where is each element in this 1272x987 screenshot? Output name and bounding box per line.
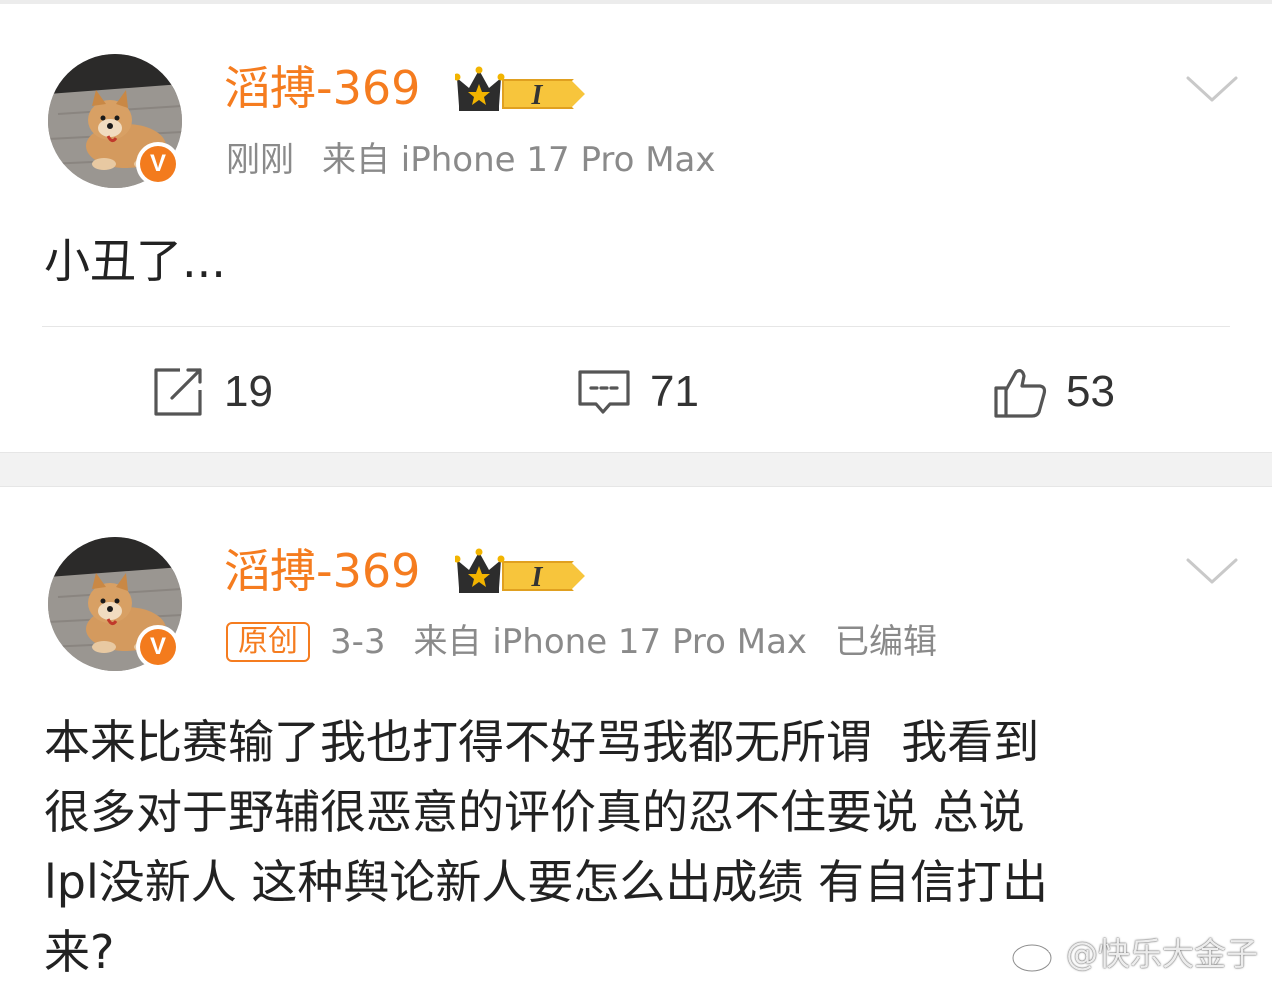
crown-level-badge-icon[interactable]: I: [453, 546, 591, 598]
username[interactable]: 滔搏-369: [224, 543, 420, 599]
crown-level-badge-icon[interactable]: I: [453, 64, 591, 116]
divider: [42, 326, 1230, 327]
verified-badge-icon: V: [136, 142, 180, 186]
comment-icon: [578, 370, 630, 414]
like-icon: [994, 369, 1047, 418]
post-text: 小丑了...: [44, 234, 226, 288]
weibo-post-1: V 滔搏-369 I 刚刚 来自 iPhone 17 Pro Max 小丑了...…: [0, 0, 1272, 452]
post-source: 来自 iPhone 17 Pro Max: [322, 140, 716, 180]
comment-count: 71: [650, 367, 699, 416]
post-meta: 原创 3-3 来自 iPhone 17 Pro Max 已编辑: [226, 620, 965, 664]
chevron-down-icon[interactable]: [1184, 72, 1240, 108]
verified-badge-icon: V: [136, 625, 180, 669]
username[interactable]: 滔搏-369: [224, 60, 420, 116]
edited-label: 已编辑: [835, 622, 938, 662]
watermark-text: @快乐大金子: [1066, 935, 1259, 973]
post-time: 3-3: [330, 622, 386, 662]
weibo-watermark: @快乐大金子: [1010, 932, 1258, 976]
like-count: 53: [1066, 367, 1115, 416]
level-text: I: [531, 80, 544, 111]
chevron-down-icon[interactable]: [1184, 554, 1240, 590]
original-tag: 原创: [226, 622, 310, 662]
repost-button[interactable]: 19: [150, 360, 273, 424]
level-text: I: [531, 562, 544, 593]
comment-button[interactable]: 71: [576, 360, 699, 424]
top-divider: [0, 0, 1272, 4]
repost-count: 19: [224, 367, 273, 416]
post-time: 刚刚: [226, 140, 294, 180]
post-meta: 刚刚 来自 iPhone 17 Pro Max: [226, 138, 744, 182]
post-text-line: lpl没新人 这种舆论新人要怎么出成绩 有自信打出: [44, 855, 1049, 909]
repost-icon: [154, 368, 202, 416]
avatar[interactable]: V: [48, 537, 182, 671]
like-button[interactable]: 53: [992, 360, 1115, 424]
weibo-post-2: V 滔搏-369 I 原创 3-3 来自 iPhone 17 Pro Max 已编辑 …: [0, 487, 1272, 987]
avatar[interactable]: V: [48, 54, 182, 188]
feed-separator: [0, 452, 1272, 487]
post-text-line: 本来比赛输了我也打得不好骂我都无所谓 我看到: [44, 715, 1040, 769]
post-source: 来自 iPhone 17 Pro Max: [413, 622, 808, 662]
post-text-line: 很多对于野辅很恶意的评价真的忍不住要说 总说: [44, 785, 1025, 839]
weibo-logo-icon: [1011, 938, 1058, 973]
